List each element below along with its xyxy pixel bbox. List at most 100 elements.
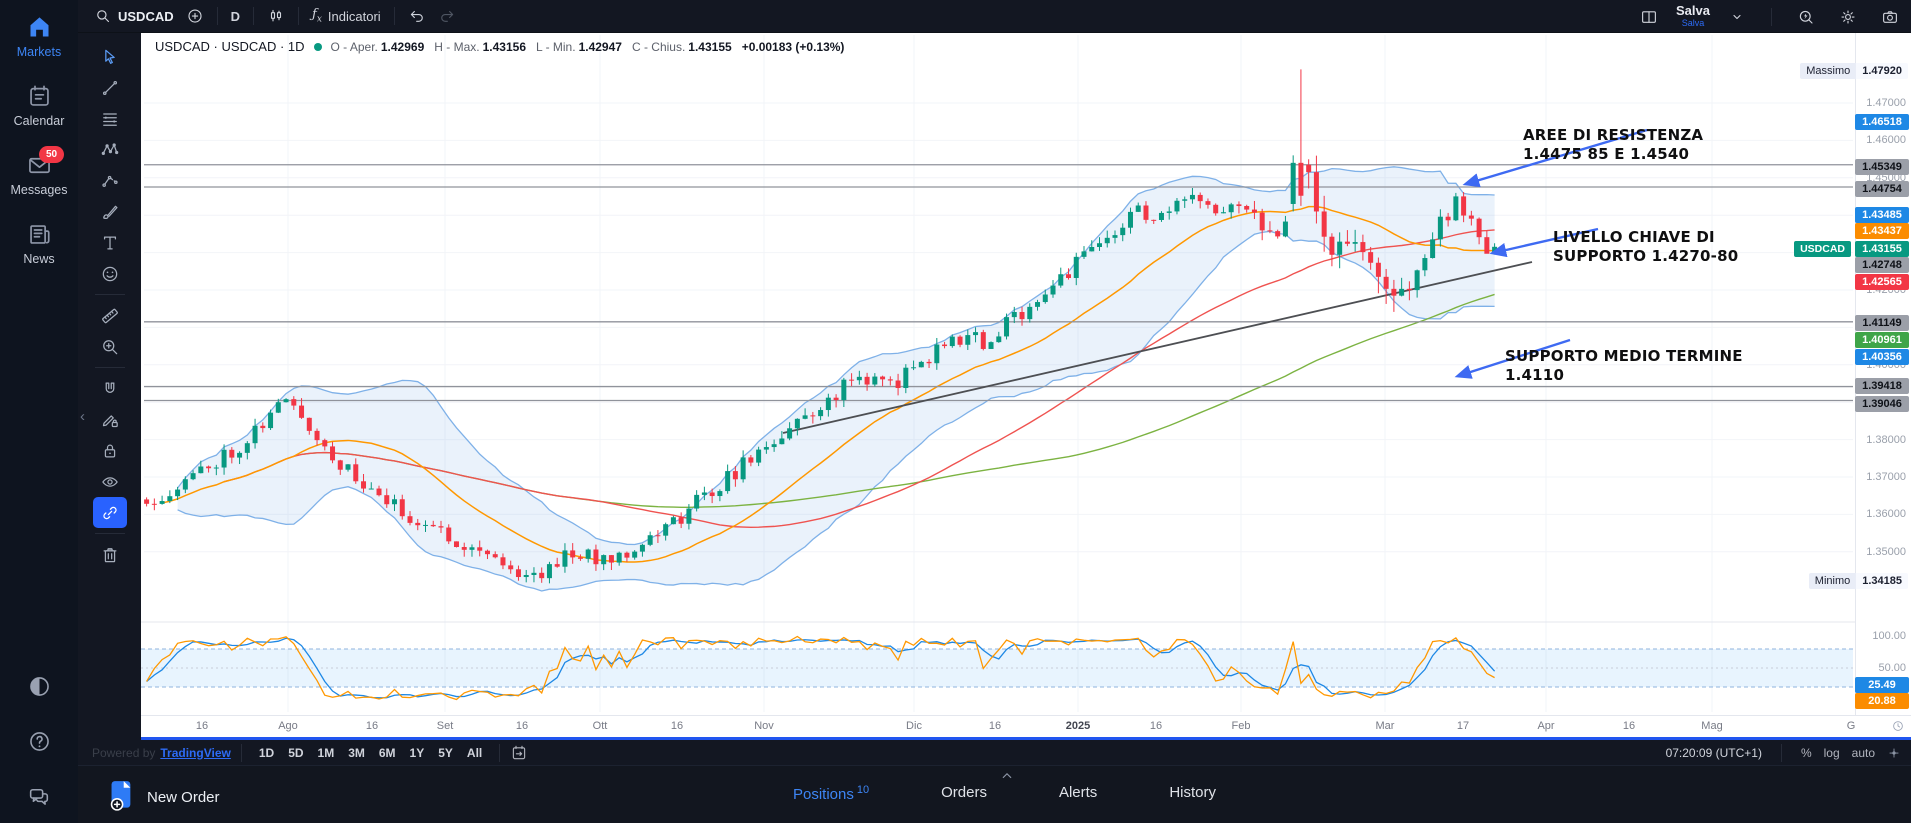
brush-icon bbox=[100, 202, 120, 222]
price-label: 1.39418 bbox=[1855, 378, 1909, 394]
indicators-button[interactable]: ƒx Indicatori bbox=[306, 3, 387, 29]
price-axis[interactable]: 1.470001.460001.450001.440001.430001.420… bbox=[1855, 33, 1911, 715]
settings-button[interactable] bbox=[1833, 4, 1863, 30]
tradingview-link[interactable]: TradingView bbox=[160, 746, 230, 760]
lock-all-tool[interactable] bbox=[93, 435, 127, 466]
xabcd-pattern-tool[interactable] bbox=[93, 134, 127, 165]
panel-expand-chevron[interactable] bbox=[998, 767, 1016, 785]
legend-item: C - Chius. 1.43155 bbox=[631, 39, 732, 54]
time-tick: G bbox=[1846, 720, 1856, 732]
theme-icon[interactable] bbox=[27, 674, 52, 699]
tab-positions[interactable]: Positions 10 bbox=[793, 784, 869, 803]
chart-annotation-1[interactable]: AREE DI RESISTENZA 1.4475 85 E 1.4540 bbox=[1523, 126, 1703, 164]
time-tick: Feb bbox=[1231, 720, 1251, 732]
auto-scale-button[interactable]: auto bbox=[1852, 746, 1875, 760]
session-clock: 07:20:09 (UTC+1) bbox=[1665, 745, 1762, 760]
tab-alerts[interactable]: Alerts bbox=[1059, 784, 1097, 803]
range-3m-button[interactable]: 3M bbox=[341, 744, 372, 762]
sidebar-item-news[interactable]: News bbox=[0, 207, 78, 276]
go-to-date-button[interactable] bbox=[510, 744, 528, 762]
toolbar-divider bbox=[393, 7, 395, 25]
interval-button[interactable]: D bbox=[225, 5, 246, 28]
compare-add-button[interactable] bbox=[180, 3, 210, 29]
chart-legend[interactable]: USDCAD · USDCAD · 1D O - Aper. 1.42969 H -… bbox=[155, 39, 844, 54]
range-5d-button[interactable]: 5D bbox=[281, 744, 310, 762]
range-all-button[interactable]: All bbox=[460, 744, 489, 762]
undo-button[interactable] bbox=[402, 3, 432, 29]
price-label: 1.46518 bbox=[1855, 114, 1909, 130]
snapshot-button[interactable] bbox=[1875, 4, 1905, 30]
time-tick: 16 bbox=[1149, 720, 1163, 732]
price-label: 1.39046 bbox=[1855, 396, 1909, 412]
toolbar-divider bbox=[1771, 7, 1772, 26]
brush-tool[interactable] bbox=[93, 196, 127, 227]
toolbar-divider bbox=[94, 294, 125, 295]
app-sidebar: Markets Calendar Messages 50 News bbox=[0, 0, 78, 823]
chart-annotation-3[interactable]: SUPPORTO MEDIO TERMINE 1.4110 bbox=[1505, 347, 1743, 385]
emoji-tool[interactable] bbox=[93, 258, 127, 289]
lock-all-icon bbox=[100, 441, 120, 461]
forecast-tool[interactable] bbox=[93, 165, 127, 196]
sidebar-item-markets[interactable]: Markets bbox=[0, 0, 78, 69]
drawing-lock-tool[interactable] bbox=[93, 404, 127, 435]
panel-collapse-handle[interactable]: ‹ bbox=[80, 408, 85, 425]
axis-adjust-icon[interactable] bbox=[1887, 746, 1901, 760]
new-order-button[interactable]: New Order bbox=[108, 780, 220, 815]
zoom-in-tool[interactable] bbox=[93, 331, 127, 362]
price-tick: 1.38000 bbox=[1866, 433, 1906, 446]
toolbar-divider bbox=[499, 743, 501, 762]
time-tick: 16 bbox=[670, 720, 684, 732]
calendar-icon bbox=[26, 83, 53, 110]
time-axis[interactable]: 16 Ago 16 Set 16 Ott 16 Nov Dic 16 2025 16 Feb Mar 17 A… bbox=[141, 715, 1911, 738]
redo-button[interactable] bbox=[432, 3, 462, 29]
range-1m-button[interactable]: 1M bbox=[311, 744, 342, 762]
symbol-status-dot bbox=[313, 42, 322, 51]
range-1d-button[interactable]: 1D bbox=[252, 744, 281, 762]
price-tick: 1.47000 bbox=[1866, 97, 1906, 109]
range-6m-button[interactable]: 6M bbox=[372, 744, 403, 762]
new-order-icon bbox=[108, 780, 135, 815]
quick-search-button[interactable] bbox=[1791, 4, 1821, 30]
log-scale-button[interactable]: log bbox=[1824, 746, 1840, 760]
tv-bottom-bar: Powered by TradingView 1D 5D 1M 3M 6M 1Y 5Y All… bbox=[78, 740, 1911, 765]
help-icon[interactable] bbox=[27, 729, 52, 754]
chat-icon[interactable] bbox=[27, 784, 52, 809]
layout-panel-button[interactable] bbox=[1634, 4, 1664, 30]
sidebar-item-label: Messages bbox=[10, 183, 68, 197]
indicator-value-label: 20.88 bbox=[1855, 693, 1909, 709]
symbol-search-button[interactable]: USDCAD bbox=[88, 3, 180, 29]
price-label: 1.44754 bbox=[1855, 181, 1909, 197]
ruler-tool[interactable] bbox=[93, 300, 127, 331]
indicators-label: Indicatori bbox=[327, 8, 381, 24]
trend-line-tool[interactable] bbox=[93, 72, 127, 103]
range-1y-button[interactable]: 1Y bbox=[403, 744, 432, 762]
tab-history[interactable]: History bbox=[1169, 784, 1216, 803]
chart-annotation-2[interactable]: LIVELLO CHIAVE DI SUPPORTO 1.4270-80 bbox=[1553, 228, 1738, 266]
sidebar-item-calendar[interactable]: Calendar bbox=[0, 69, 78, 138]
save-layout-button[interactable]: Salva Salva bbox=[1676, 4, 1710, 29]
price-label: 1.43485 bbox=[1855, 207, 1909, 223]
magnet-tool[interactable] bbox=[93, 373, 127, 404]
ruler-icon bbox=[100, 306, 120, 326]
fib-retracement-tool[interactable] bbox=[93, 103, 127, 134]
time-tick: Apr bbox=[1537, 720, 1555, 732]
sync-drawings-tool[interactable] bbox=[92, 497, 127, 528]
price-tick: 1.36000 bbox=[1866, 508, 1906, 521]
bottom-panel: New Order Positions 10 Orders Alerts History bbox=[78, 765, 1911, 823]
text-tool[interactable] bbox=[93, 227, 127, 258]
trash-tool[interactable] bbox=[93, 539, 127, 570]
timezone-clock-icon[interactable] bbox=[1891, 719, 1905, 733]
percent-scale-button[interactable]: % bbox=[1801, 746, 1812, 760]
chevron-down-icon[interactable] bbox=[1722, 4, 1752, 30]
sidebar-item-messages[interactable]: Messages 50 bbox=[0, 138, 78, 207]
tab-orders[interactable]: Orders bbox=[941, 784, 987, 803]
range-5y-button[interactable]: 5Y bbox=[431, 744, 460, 762]
time-tick: Ott bbox=[592, 720, 608, 732]
time-tick: 16 bbox=[515, 720, 529, 732]
price-label: 1.41149 bbox=[1855, 315, 1909, 331]
minimo-label: Minimo 1.34185 bbox=[1808, 573, 1908, 589]
chart-style-button[interactable] bbox=[261, 3, 291, 29]
cursor-tool[interactable] bbox=[93, 41, 127, 72]
new-order-label: New Order bbox=[147, 789, 220, 806]
hide-drawings-tool[interactable] bbox=[93, 466, 127, 497]
